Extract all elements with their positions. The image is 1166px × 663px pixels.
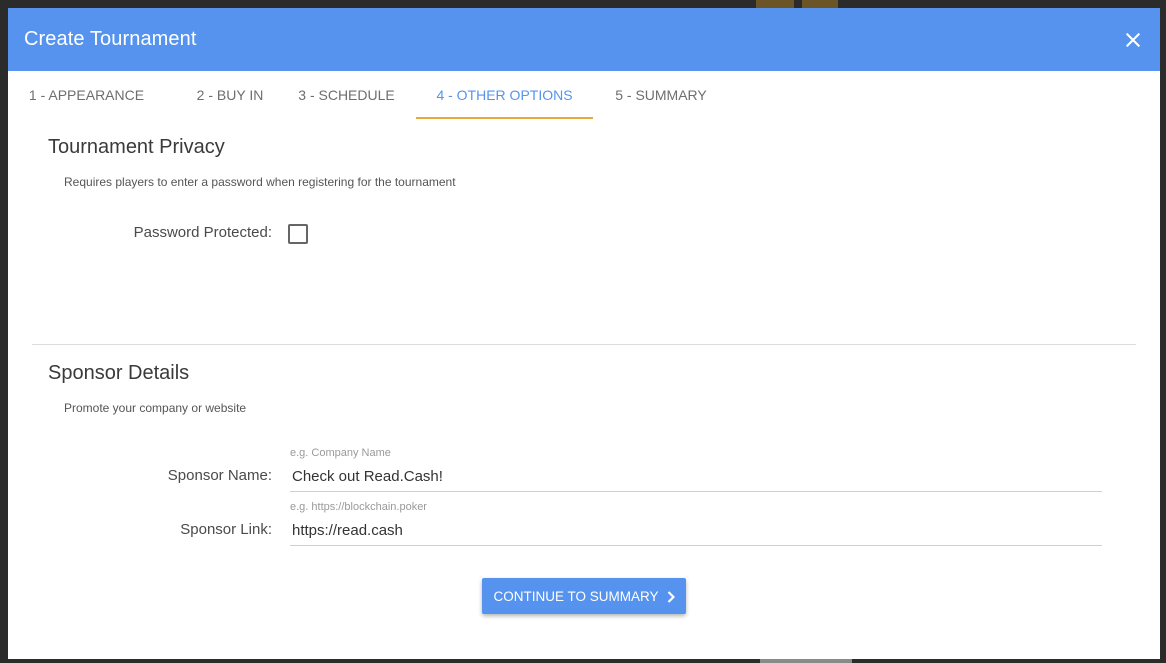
sponsor-name-field: e.g. Company Name xyxy=(290,446,1102,492)
chevron-right-icon xyxy=(667,591,675,603)
sponsor-link-input[interactable] xyxy=(290,514,1102,546)
privacy-section-title: Tournament Privacy xyxy=(48,136,225,158)
tab-appearance[interactable]: 1 - APPEARANCE xyxy=(24,71,149,119)
password-protected-label: Password Protected: xyxy=(133,224,272,241)
sponsor-name-input[interactable] xyxy=(290,460,1102,492)
tab-summary[interactable]: 5 - SUMMARY xyxy=(608,71,714,119)
background-element xyxy=(802,0,838,8)
modal-header: Create Tournament xyxy=(8,8,1160,71)
sponsor-name-label: Sponsor Name: xyxy=(167,467,272,484)
sponsor-name-hint: e.g. Company Name xyxy=(290,447,391,459)
create-tournament-modal: Create Tournament 1 - APPEARANCE 2 - BUY… xyxy=(8,8,1160,659)
modal-title: Create Tournament xyxy=(24,28,197,50)
tab-buy-in[interactable]: 2 - BUY IN xyxy=(180,71,280,119)
continue-button-label: CONTINUE TO SUMMARY xyxy=(493,588,659,604)
wizard-tabs: 1 - APPEARANCE 2 - BUY IN 3 - SCHEDULE 4… xyxy=(8,71,1160,119)
close-icon[interactable] xyxy=(1122,29,1144,51)
active-tab-indicator xyxy=(416,117,593,119)
tab-schedule[interactable]: 3 - SCHEDULE xyxy=(294,71,399,119)
sponsor-section-title: Sponsor Details xyxy=(48,362,190,384)
section-divider xyxy=(32,344,1136,345)
background-element xyxy=(756,0,794,8)
continue-to-summary-button[interactable]: CONTINUE TO SUMMARY xyxy=(482,578,686,614)
sponsor-link-label: Sponsor Link: xyxy=(180,521,272,538)
background-element xyxy=(760,659,852,663)
tab-other-options[interactable]: 4 - OTHER OPTIONS xyxy=(416,71,593,119)
privacy-description: Requires players to enter a password whe… xyxy=(64,175,456,189)
sponsor-link-hint: e.g. https://blockchain.poker xyxy=(290,501,427,513)
sponsor-link-field: e.g. https://blockchain.poker xyxy=(290,500,1102,546)
password-protected-checkbox[interactable] xyxy=(288,224,308,244)
sponsor-description: Promote your company or website xyxy=(64,401,247,415)
